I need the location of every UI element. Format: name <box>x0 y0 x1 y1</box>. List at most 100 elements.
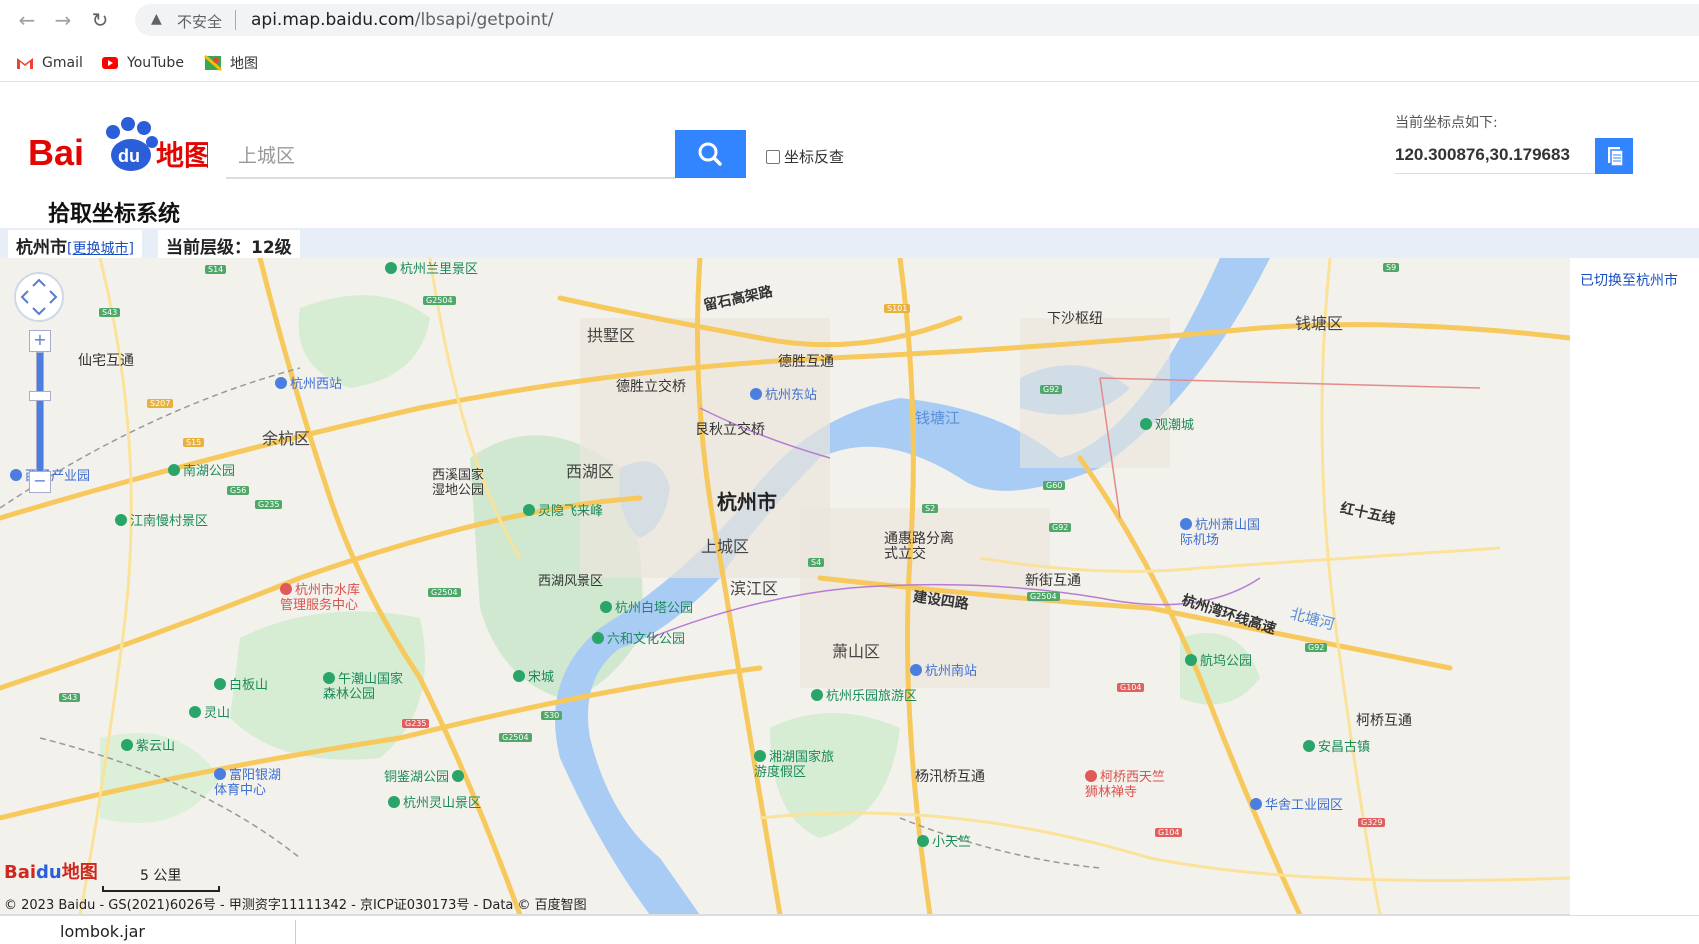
map-district-label: 钱塘区 <box>1295 314 1344 333</box>
station-icon <box>275 377 287 389</box>
url-text: api.map.baidu.com/lbsapi/getpoint/ <box>251 10 554 30</box>
road-shield: S101 <box>884 304 911 313</box>
park-icon <box>513 670 525 682</box>
back-button[interactable]: ← <box>15 8 39 32</box>
road-shield: S30 <box>541 711 563 720</box>
map-road-label: 德胜立交桥 <box>616 379 686 395</box>
reverse-lookup-checkbox[interactable]: 坐标反查 <box>766 146 844 167</box>
map-poi: 灵山 <box>189 702 230 721</box>
map-district-label: 拱墅区 <box>587 326 636 345</box>
map-poi: 观潮城 <box>1140 414 1194 433</box>
forward-button[interactable]: → <box>51 8 75 32</box>
download-item[interactable]: lombok.jar <box>60 922 145 941</box>
search-button[interactable] <box>675 130 746 178</box>
scale-label: 5 公里 <box>140 868 182 884</box>
maps-icon <box>204 54 222 72</box>
road-shield: G92 <box>1040 385 1063 394</box>
city-name: 杭州市 <box>16 238 67 258</box>
svg-text:du: du <box>118 146 140 166</box>
map-poi: 杭州市水库管理服务中心 <box>280 583 361 613</box>
address-bar[interactable]: ▲ 不安全 api.map.baidu.com/lbsapi/getpoint/ <box>135 4 1699 36</box>
map-poi: 六和文化公园 <box>592 628 685 647</box>
zoom-in-button[interactable]: + <box>29 330 51 352</box>
bookmark-youtube[interactable]: YouTube <box>101 52 184 74</box>
airport-icon <box>1180 518 1192 530</box>
park-icon <box>592 632 604 644</box>
road-shield: G2504 <box>428 588 461 597</box>
warning-icon: ▲ <box>151 11 162 27</box>
road-shield: G104 <box>1117 683 1145 692</box>
bookmark-maps[interactable]: 地图 <box>204 52 258 74</box>
youtube-icon <box>102 57 118 69</box>
park-icon <box>115 514 127 526</box>
map-poi: 杭州乐园旅游区 <box>811 685 917 704</box>
road-shield: S207 <box>147 399 174 408</box>
svg-text:Bai: Bai <box>28 132 84 173</box>
industrial-icon <box>1250 798 1262 810</box>
road-shield: S43 <box>59 693 81 702</box>
coord-field[interactable] <box>1395 136 1595 174</box>
map-poi: 灵隐飞来峰 <box>523 500 603 519</box>
road-shield: G235 <box>255 500 283 509</box>
road-shield: G329 <box>1358 818 1386 827</box>
road-shield: S14 <box>205 265 227 274</box>
road-shield: G60 <box>1043 481 1066 490</box>
park-icon <box>811 689 823 701</box>
location-pin-icon <box>280 583 292 595</box>
map-road-label: 仙宅互通 <box>78 353 134 369</box>
map-district-label: 西湖区 <box>566 462 615 481</box>
road-shield: S4 <box>808 558 825 567</box>
map-poi: 铜鉴湖公园 <box>384 766 467 785</box>
map-poi: 宋城 <box>513 666 554 685</box>
road-shield: G92 <box>1305 643 1328 652</box>
map-poi: 午潮山国家森林公园 <box>323 672 404 702</box>
road-shield: G2504 <box>423 296 456 305</box>
bookmark-gmail[interactable]: Gmail <box>16 52 83 74</box>
park-icon <box>600 601 612 613</box>
browser-toolbar: ← → ↻ ▲ 不安全 api.map.baidu.com/lbsapi/get… <box>0 0 1699 40</box>
search-input[interactable] <box>226 131 676 179</box>
zoom-out-button[interactable]: − <box>29 471 51 493</box>
temple-icon <box>1085 770 1097 782</box>
bookmark-label: Gmail <box>42 55 83 71</box>
zoom-slider[interactable] <box>36 352 44 472</box>
search-icon <box>698 142 722 166</box>
map-road-label: 柯桥互通 <box>1356 713 1412 729</box>
map-canvas[interactable]: 杭州市 拱墅区 西湖区 余杭区 上城区 滨江区 萧山区 钱塘区 留石高架路 德胜… <box>0 258 1570 915</box>
map-poi: 紫云山 <box>121 735 175 754</box>
road-shield: G235 <box>402 719 430 728</box>
bookmark-label: 地图 <box>230 56 258 72</box>
stadium-icon <box>214 768 226 780</box>
copy-button[interactable] <box>1595 138 1633 174</box>
bookmarks-bar: Gmail YouTube 地图 <box>0 44 1699 82</box>
map-road-label: 杨汛桥互通 <box>915 769 985 785</box>
map-poi: 江南慢村景区 <box>115 510 208 529</box>
baidu-paw-logo-icon: Bai du 地图 <box>28 117 212 173</box>
road-shield: G92 <box>1049 523 1072 532</box>
map-poi: 柯桥西天竺狮林禅寺 <box>1085 770 1166 800</box>
park-icon <box>1140 418 1152 430</box>
logo-subtitle: 拾取坐标系统 <box>48 202 181 227</box>
industrial-icon <box>10 469 22 481</box>
reload-button[interactable]: ↻ <box>88 8 112 32</box>
divider <box>235 10 236 30</box>
road-shield: G56 <box>227 486 250 495</box>
checkbox-box[interactable] <box>766 149 780 164</box>
park-icon <box>388 796 400 808</box>
svg-text:地图: 地图 <box>156 139 208 172</box>
map-poi: 杭州西站 <box>275 373 342 392</box>
baidu-map-logo[interactable]: Bai du 地图 拾取坐标系统 <box>28 110 212 227</box>
road-shield: G2504 <box>499 733 532 742</box>
map-district-label: 滨江区 <box>730 579 779 598</box>
zoom-slider-handle[interactable] <box>29 391 51 401</box>
change-city-link[interactable]: [更换城市] <box>67 241 134 257</box>
park-icon <box>323 672 335 684</box>
pan-control[interactable] <box>14 272 64 322</box>
map-district-label: 萧山区 <box>832 642 881 661</box>
road-shield: G104 <box>1155 828 1183 837</box>
park-icon <box>754 750 766 762</box>
map-poi: 湘湖国家旅游度假区 <box>754 750 835 780</box>
map-poi: 富阳银湖体育中心 <box>214 768 282 798</box>
road-shield: G2504 <box>1027 592 1060 601</box>
city-switched-notice: 已切换至杭州市 <box>1580 273 1678 289</box>
